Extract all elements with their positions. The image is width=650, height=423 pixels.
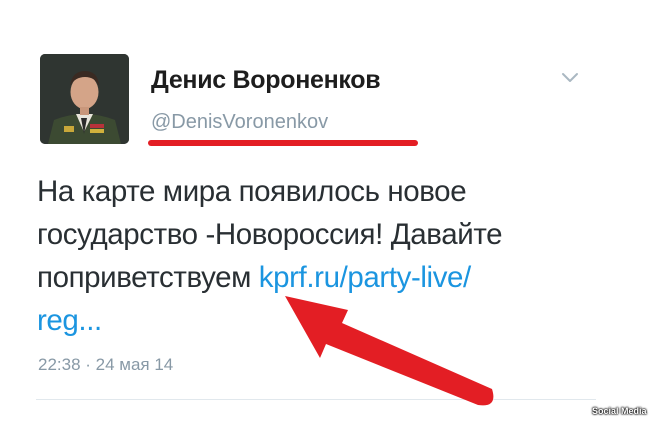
red-arrow-annotation-icon <box>285 296 494 406</box>
tweet-card: Денис Вороненков @DenisVoronenkov На кар… <box>0 0 650 423</box>
watermark: Social Media <box>592 406 647 416</box>
